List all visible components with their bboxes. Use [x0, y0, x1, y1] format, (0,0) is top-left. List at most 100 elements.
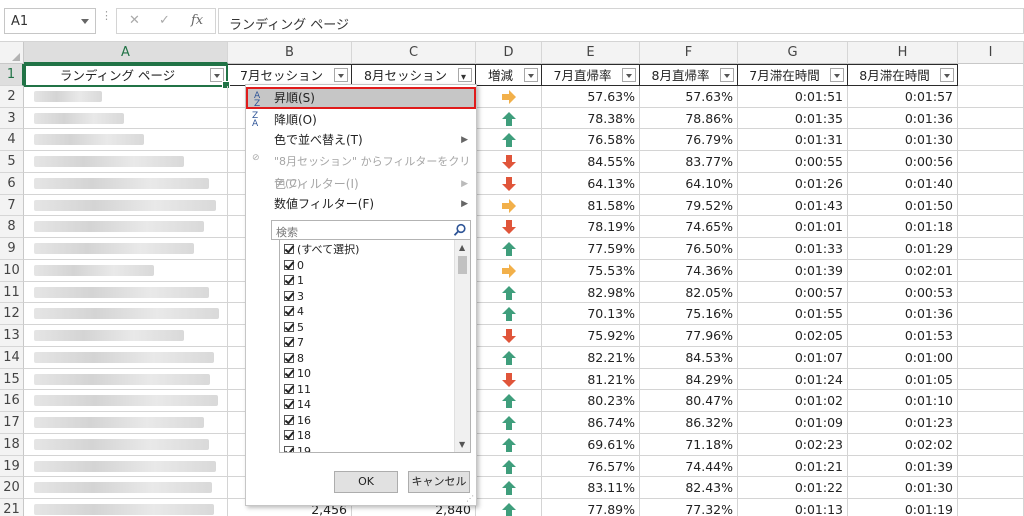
cell-f[interactable]: 75.16%: [640, 303, 738, 325]
row-header[interactable]: 13: [0, 325, 24, 347]
cell-e[interactable]: 76.57%: [542, 455, 640, 478]
cell-g[interactable]: 0:01:09: [738, 412, 848, 434]
cell-f[interactable]: 78.86%: [640, 107, 738, 130]
column-header-d[interactable]: D: [476, 42, 542, 64]
header-cell-c[interactable]: 8月セッション: [352, 64, 476, 86]
row-header[interactable]: 21: [0, 499, 24, 516]
header-cell-d[interactable]: 増減: [476, 64, 542, 86]
cell-f[interactable]: 80.47%: [640, 390, 738, 412]
cell-f[interactable]: 77.96%: [640, 325, 738, 347]
cell-a[interactable]: [24, 390, 228, 412]
checkbox-checked-icon[interactable]: [284, 244, 294, 254]
cell-d[interactable]: [476, 194, 542, 217]
cell-a[interactable]: [24, 325, 228, 347]
header-cell-f[interactable]: 8月直帰率: [640, 64, 738, 86]
filter-dropdown-button[interactable]: [334, 68, 348, 82]
cell-e[interactable]: 69.61%: [542, 433, 640, 456]
cell-d[interactable]: [476, 433, 542, 456]
filter-dropdown-button[interactable]: [524, 68, 538, 82]
cell-h[interactable]: 0:01:40: [848, 172, 958, 195]
cell-g[interactable]: 0:01:02: [738, 390, 848, 412]
cell-i[interactable]: [958, 390, 1024, 412]
cell-i[interactable]: [958, 455, 1024, 478]
cell-g[interactable]: 0:01:22: [738, 477, 848, 499]
header-cell-i[interactable]: [958, 64, 1024, 86]
cell-e[interactable]: 78.19%: [542, 216, 640, 238]
cell-a[interactable]: [24, 172, 228, 195]
cell-d[interactable]: [476, 259, 542, 282]
cell-i[interactable]: [958, 346, 1024, 369]
chevron-down-icon[interactable]: ▼: [459, 440, 465, 449]
cell-g[interactable]: 0:01:35: [738, 107, 848, 130]
select-all-corner[interactable]: [0, 42, 24, 64]
cell-f[interactable]: 71.18%: [640, 433, 738, 456]
cell-e[interactable]: 82.21%: [542, 346, 640, 369]
cell-h[interactable]: 0:01:19: [848, 499, 958, 516]
cell-i[interactable]: [958, 433, 1024, 456]
filter-dropdown-button[interactable]: [830, 68, 844, 82]
checkbox-checked-icon[interactable]: [284, 306, 294, 316]
cell-i[interactable]: [958, 303, 1024, 325]
cell-e[interactable]: 75.92%: [542, 325, 640, 347]
cell-f[interactable]: 79.52%: [640, 194, 738, 217]
cell-d[interactable]: [476, 303, 542, 325]
cell-h[interactable]: 0:01:23: [848, 412, 958, 434]
row-header[interactable]: 7: [0, 194, 24, 217]
checkbox-checked-icon[interactable]: [284, 337, 294, 347]
filter-value-item[interactable]: 8: [284, 351, 304, 367]
scrollbar-thumb[interactable]: [458, 256, 467, 274]
cell-i[interactable]: [958, 281, 1024, 304]
resize-grip-icon[interactable]: ⋰: [466, 494, 474, 503]
filter-value-item[interactable]: 10: [284, 366, 311, 382]
enter-icon[interactable]: ✓: [159, 13, 170, 28]
cell-a[interactable]: [24, 107, 228, 130]
cell-d[interactable]: [476, 281, 542, 304]
cell-g[interactable]: 0:01:39: [738, 259, 848, 282]
cell-g[interactable]: 0:00:55: [738, 151, 848, 173]
cell-i[interactable]: [958, 85, 1024, 108]
cell-a[interactable]: [24, 238, 228, 260]
cell-f[interactable]: 76.79%: [640, 129, 738, 151]
cell-e[interactable]: 78.38%: [542, 107, 640, 130]
cell-g[interactable]: 0:00:57: [738, 281, 848, 304]
header-cell-e[interactable]: 7月直帰率: [542, 64, 640, 86]
row-header[interactable]: 12: [0, 303, 24, 325]
filter-value-item[interactable]: 1: [284, 273, 304, 289]
filter-search-input[interactable]: 検索: [271, 220, 471, 240]
cell-e[interactable]: 77.89%: [542, 499, 640, 516]
filter-dropdown-button[interactable]: [458, 68, 472, 82]
cell-a[interactable]: [24, 194, 228, 217]
cell-f[interactable]: 74.44%: [640, 455, 738, 478]
row-header[interactable]: 6: [0, 172, 24, 195]
cell-g[interactable]: 0:01:33: [738, 238, 848, 260]
row-header[interactable]: 4: [0, 129, 24, 151]
cell-d[interactable]: [476, 477, 542, 499]
filter-value-item[interactable]: 19: [284, 444, 311, 452]
cell-g[interactable]: 0:01:13: [738, 499, 848, 516]
cell-e[interactable]: 86.74%: [542, 412, 640, 434]
cell-i[interactable]: [958, 412, 1024, 434]
checkbox-checked-icon[interactable]: [284, 399, 294, 409]
header-cell-g[interactable]: 7月滞在時間: [738, 64, 848, 86]
cell-h[interactable]: 0:01:57: [848, 85, 958, 108]
cell-d[interactable]: [476, 390, 542, 412]
cell-a[interactable]: [24, 477, 228, 499]
cell-h[interactable]: 0:01:39: [848, 455, 958, 478]
checkbox-checked-icon[interactable]: [284, 259, 294, 270]
cell-a[interactable]: [24, 499, 228, 516]
cell-d[interactable]: [476, 172, 542, 195]
row-header[interactable]: 20: [0, 477, 24, 499]
cell-d[interactable]: [476, 216, 542, 238]
row-header[interactable]: 1: [0, 64, 24, 86]
column-header-a[interactable]: A: [24, 42, 228, 64]
filter-value-item[interactable]: 4: [284, 304, 304, 320]
cell-i[interactable]: [958, 499, 1024, 516]
row-header[interactable]: 11: [0, 281, 24, 304]
column-header-g[interactable]: G: [738, 42, 848, 64]
cell-f[interactable]: 64.10%: [640, 172, 738, 195]
name-box[interactable]: A1: [4, 8, 96, 34]
checkbox-checked-icon[interactable]: [284, 368, 294, 378]
filter-dropdown-button[interactable]: [622, 68, 636, 82]
cell-d[interactable]: [476, 85, 542, 108]
cell-e[interactable]: 80.23%: [542, 390, 640, 412]
